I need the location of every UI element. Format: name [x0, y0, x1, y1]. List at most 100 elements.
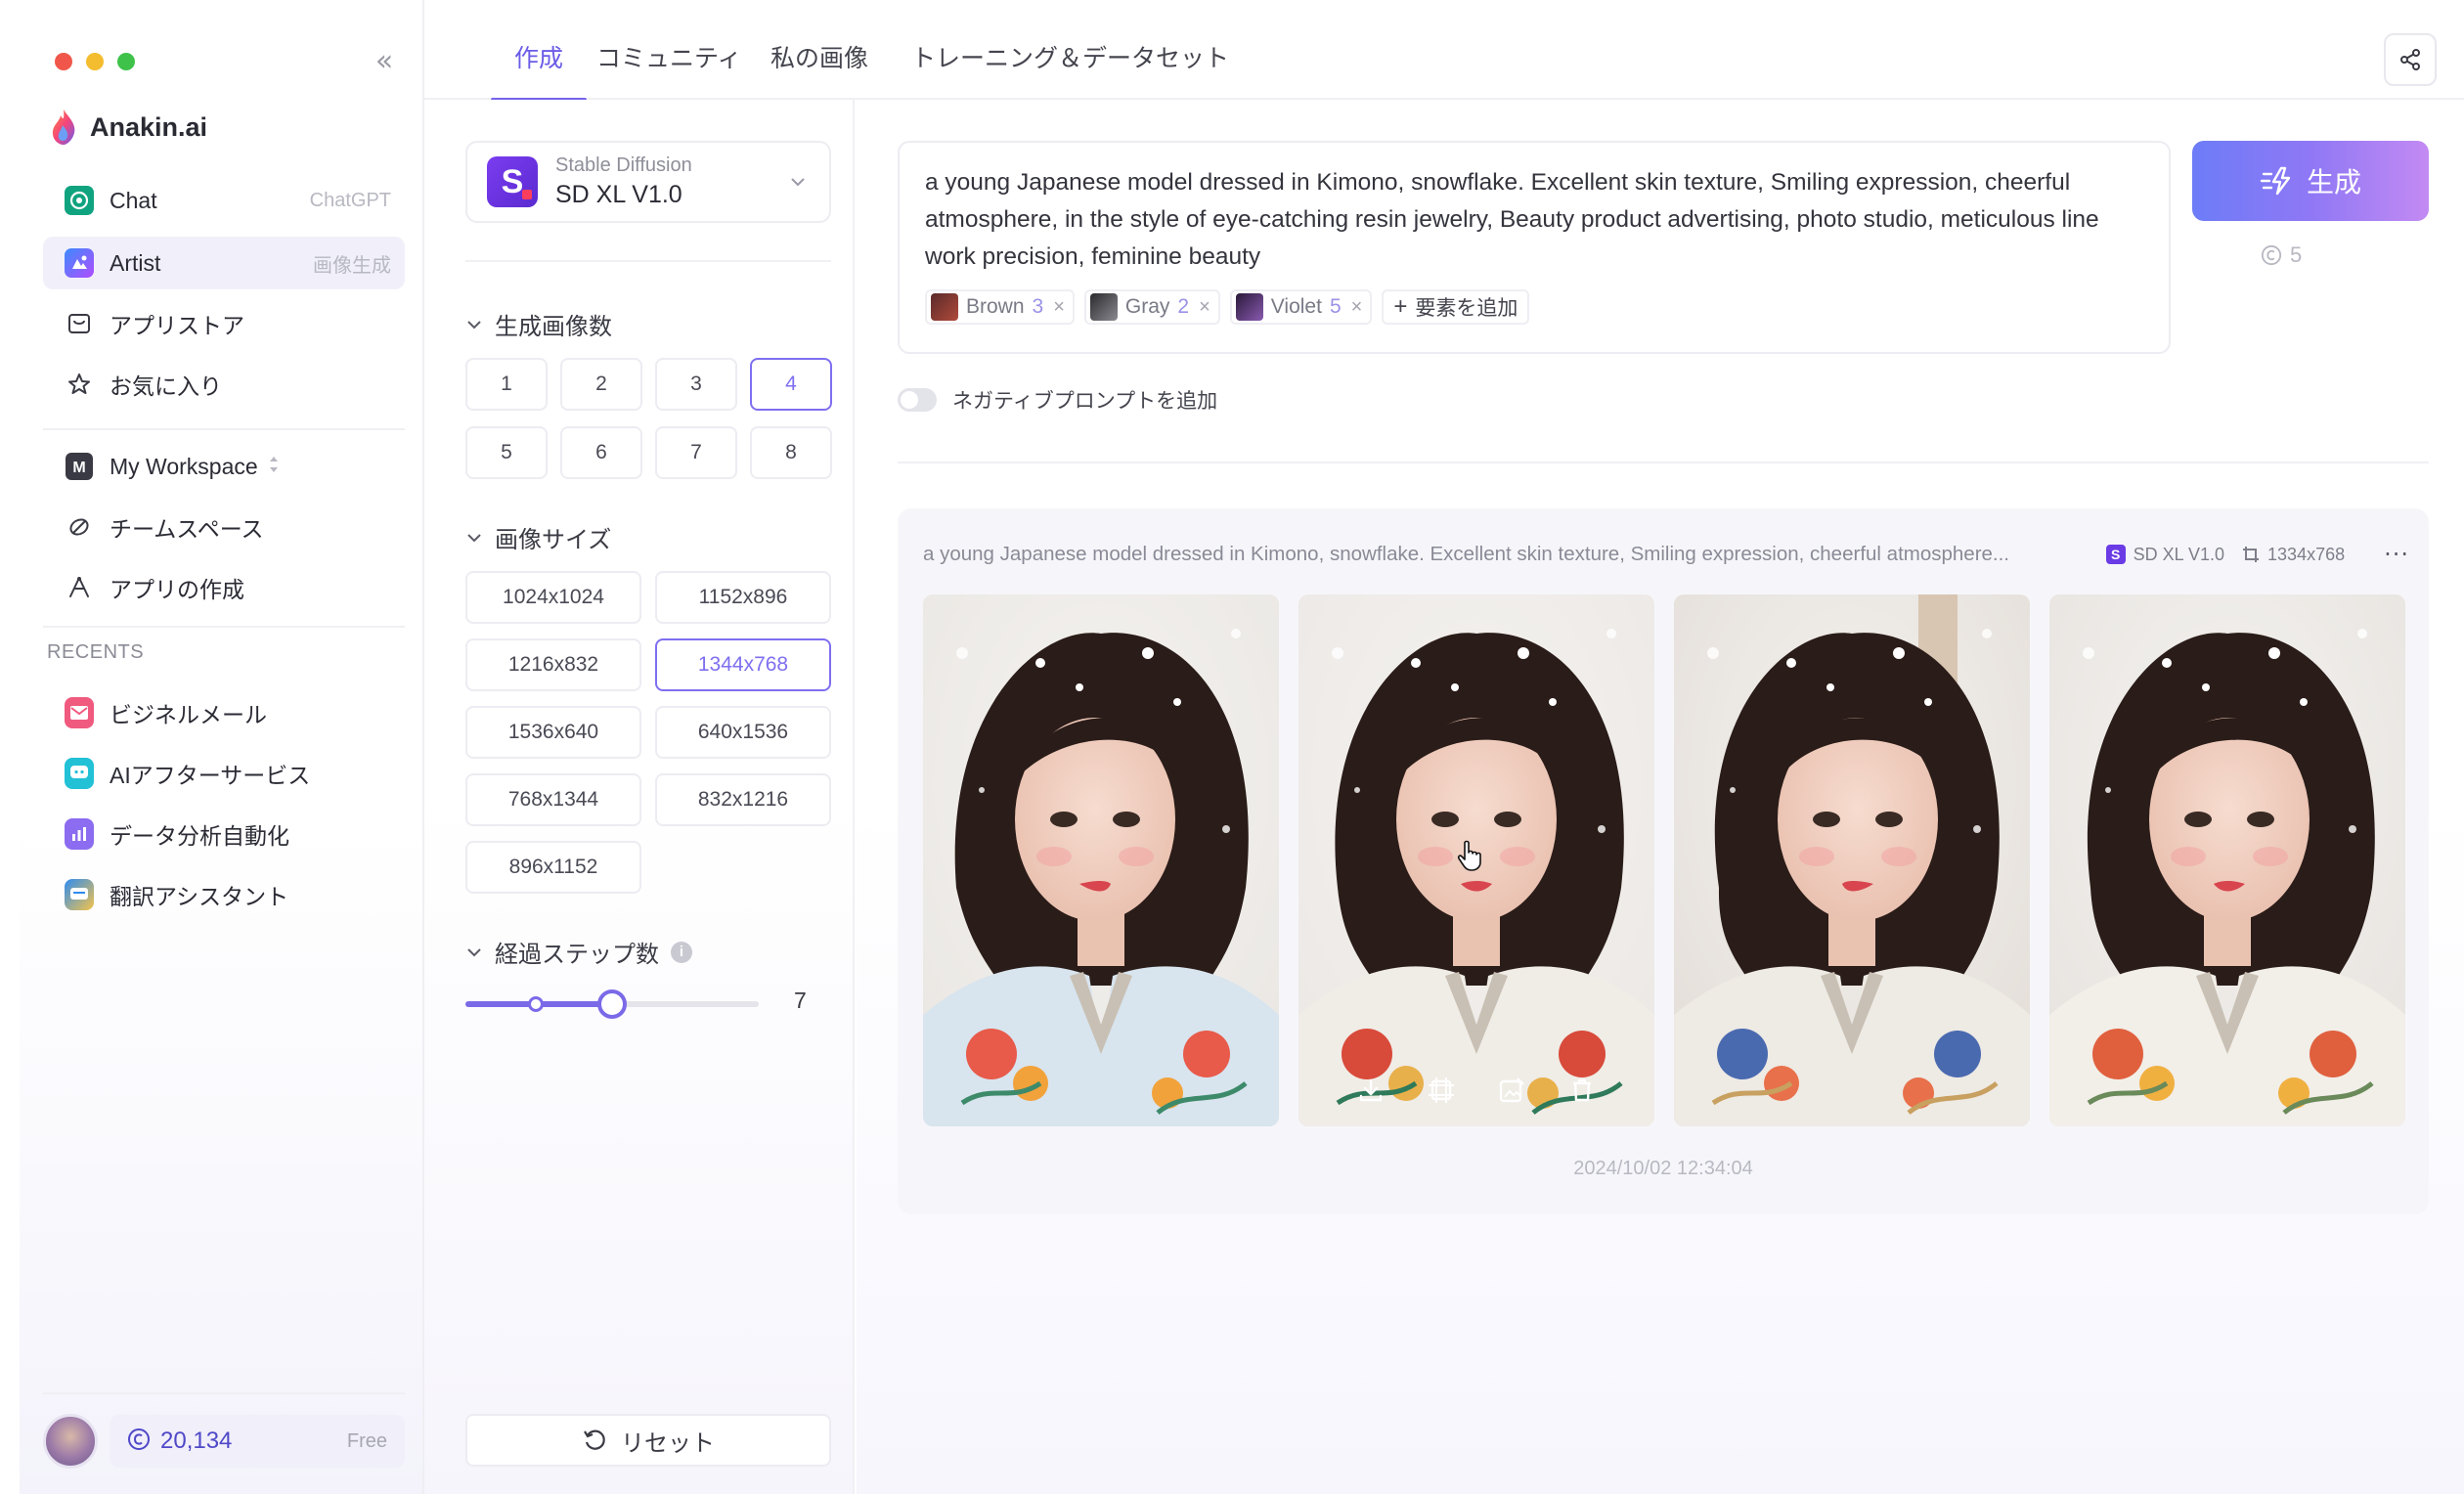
edit-image-icon[interactable]	[1493, 1072, 1530, 1109]
recent-item[interactable]: ビジネルメール	[43, 686, 405, 739]
collapse-sidebar-icon[interactable]: «	[368, 45, 401, 78]
negative-prompt-toggle[interactable]	[898, 388, 937, 412]
chip-name: Gray	[1124, 295, 1170, 318]
workspace-label: My Workspace	[110, 453, 258, 479]
image-count-option[interactable]: 3	[655, 358, 737, 411]
result-size: 1334x768	[2267, 544, 2346, 564]
section-title: 生成画像数	[495, 314, 612, 340]
nav-item-app-store[interactable]: アプリストア	[43, 297, 405, 350]
workspace-switcher[interactable]: M My Workspace	[43, 440, 405, 493]
info-icon[interactable]: i	[671, 941, 692, 963]
steps-slider-thumb[interactable]	[597, 989, 627, 1019]
image-size-option[interactable]: 1024x1024	[465, 571, 641, 624]
close-window-button[interactable]	[55, 53, 72, 70]
steps-value: 7	[794, 988, 807, 1013]
window-controls	[55, 53, 135, 70]
image-size-option[interactable]: 1152x896	[655, 571, 831, 624]
negative-prompt-label: ネガティブプロンプトを追加	[952, 390, 1218, 413]
reset-button[interactable]: リセット	[465, 1414, 831, 1467]
nav-label: アプリストア	[110, 313, 244, 338]
model-selector[interactable]: S Stable Diffusion SD XL V1.0	[465, 141, 831, 223]
recent-item[interactable]: AIアフターサービス	[43, 747, 405, 800]
section-title: 画像サイズ	[495, 527, 612, 553]
support-app-icon	[65, 758, 94, 789]
top-tabs: 作成 コミュニティ 私の画像 トレーニング＆データセット	[424, 0, 2464, 102]
recent-label: ビジネルメール	[110, 702, 267, 727]
result-timestamp: 2024/10/02 12:34:04	[1573, 1158, 1753, 1179]
upscale-icon[interactable]	[1423, 1072, 1460, 1109]
steps-slider[interactable]	[465, 989, 759, 1019]
prompt-input[interactable]: a young Japanese model dressed in Kimono…	[898, 141, 2171, 354]
image-count-section[interactable]: 生成画像数	[465, 307, 612, 341]
chip-thumbnail	[931, 293, 958, 321]
image-size-option[interactable]: 1536x640	[465, 706, 641, 759]
sidebar-divider	[43, 1392, 405, 1394]
image-count-option[interactable]: 6	[560, 426, 642, 479]
image-count-option[interactable]: 1	[465, 358, 548, 411]
more-options-icon[interactable]: ···	[2384, 541, 2409, 568]
minimize-window-button[interactable]	[86, 53, 104, 70]
image-count-option[interactable]: 4	[750, 358, 832, 411]
image-count-option[interactable]: 2	[560, 358, 642, 411]
image-count-option[interactable]: 5	[465, 426, 548, 479]
generated-image[interactable]	[2049, 594, 2405, 1126]
analytics-app-icon	[65, 818, 94, 850]
chatgpt-icon	[65, 186, 94, 215]
color-chip-gray[interactable]: Gray 2 ×	[1083, 289, 1220, 325]
steps-section[interactable]: 経過ステップ数 i	[465, 935, 692, 969]
maximize-window-button[interactable]	[117, 53, 135, 70]
sidebar: « Anakin.ai Chat ChatGPT Artist 画像生成 アプリ…	[20, 0, 424, 1494]
generate-button[interactable]: 生成	[2192, 141, 2429, 221]
avatar[interactable]	[43, 1414, 98, 1469]
prompt-text[interactable]: a young Japanese model dressed in Kimono…	[925, 164, 2143, 276]
image-count-option[interactable]: 8	[750, 426, 832, 479]
nav-item-artist[interactable]: Artist 画像生成	[43, 237, 405, 289]
mouse-cursor-icon	[1457, 840, 1481, 871]
image-size-option[interactable]: 896x1152	[465, 841, 641, 894]
image-size-option[interactable]: 832x1216	[655, 773, 831, 826]
add-element-button[interactable]: + 要素を追加	[1382, 289, 1530, 325]
steps-slider-mark	[528, 996, 544, 1012]
tab-my-images[interactable]: 私の画像	[747, 0, 892, 100]
nav-label: Chat	[110, 187, 157, 213]
nav-item-chat[interactable]: Chat ChatGPT	[43, 174, 405, 227]
chip-name: Violet	[1270, 295, 1322, 318]
image-size-option[interactable]: 640x1536	[655, 706, 831, 759]
color-chip-violet[interactable]: Violet 5 ×	[1229, 289, 1373, 325]
download-icon[interactable]	[1352, 1072, 1389, 1109]
nav-item-create-app[interactable]: アプリの作成	[43, 561, 405, 614]
color-chip-brown[interactable]: Brown 3 ×	[925, 289, 1075, 325]
remove-chip-icon[interactable]: ×	[1053, 296, 1065, 319]
recent-item[interactable]: 翻訳アシスタント	[43, 868, 405, 921]
trash-icon[interactable]	[1563, 1072, 1601, 1109]
tab-training-datasets[interactable]: トレーニング＆データセット	[888, 0, 1253, 100]
generate-cost: 5	[2261, 242, 2302, 268]
recent-item[interactable]: データ分析自動化	[43, 808, 405, 860]
image-size-option[interactable]: 1344x768	[655, 638, 831, 691]
chip-count: 2	[1177, 295, 1190, 318]
brand-name: Anakin.ai	[90, 111, 208, 142]
generated-image[interactable]	[1674, 594, 2030, 1126]
image-size-section[interactable]: 画像サイズ	[465, 520, 611, 554]
sidebar-divider	[43, 626, 405, 628]
image-size-option[interactable]: 768x1344	[465, 773, 641, 826]
color-chips: Brown 3 × Gray 2 × Violet 5 × + 要素を追加	[925, 289, 1530, 325]
image-toolbar	[1298, 1072, 1654, 1109]
model-name: SD XL V1.0	[555, 181, 682, 208]
credits-box[interactable]: 20,134 Free	[110, 1415, 405, 1468]
generated-image[interactable]	[923, 594, 1279, 1126]
nav-item-team-space[interactable]: チームスペース	[43, 501, 405, 553]
nav-item-favorites[interactable]: お気に入り	[43, 358, 405, 411]
share-button[interactable]	[2384, 33, 2437, 86]
create-app-icon	[65, 573, 94, 602]
result-size-tag: 1334x768	[2242, 545, 2345, 565]
remove-chip-icon[interactable]: ×	[1351, 296, 1363, 319]
remove-chip-icon[interactable]: ×	[1199, 296, 1210, 319]
nav-hint: 画像生成	[313, 254, 391, 277]
sidebar-divider	[43, 428, 405, 430]
image-count-option[interactable]: 7	[655, 426, 737, 479]
image-size-option[interactable]: 1216x832	[465, 638, 641, 691]
tab-community[interactable]: コミュニティ	[573, 0, 766, 100]
mail-app-icon	[65, 697, 94, 728]
section-title: 経過ステップ数	[495, 942, 659, 968]
